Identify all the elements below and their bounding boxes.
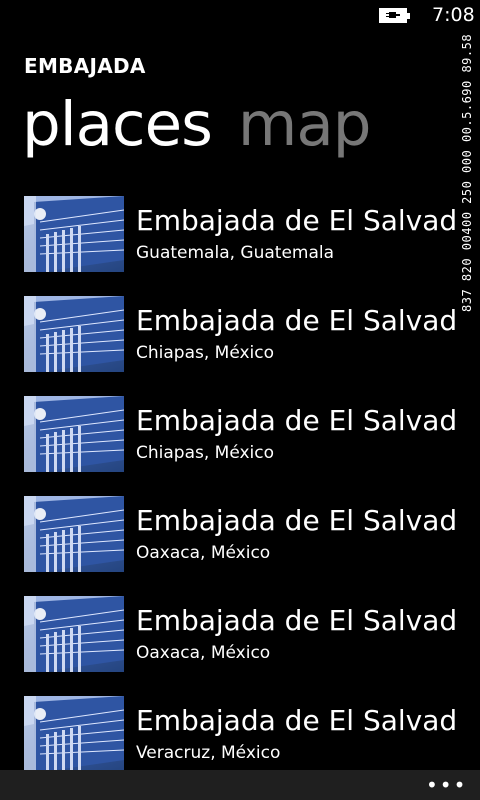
- status-time: 7:08: [432, 4, 475, 26]
- place-title: Embajada de El Salvador: [136, 604, 456, 637]
- embassy-thumbnail: [24, 196, 124, 272]
- more-options-button[interactable]: •••: [426, 772, 466, 798]
- place-title: Embajada de El Salvador: [136, 204, 456, 237]
- place-location: Oaxaca, México: [136, 543, 271, 563]
- place-title: Embajada de El Salvador: [136, 304, 456, 337]
- embassy-thumbnail: [24, 296, 124, 372]
- embassy-thumbnail: [24, 396, 124, 472]
- app-title: EMBAJADA: [24, 54, 146, 78]
- place-location: Chiapas, México: [136, 443, 275, 463]
- app-bar: •••: [0, 770, 480, 800]
- place-title: Embajada de El Salvador: [136, 404, 456, 437]
- list-item[interactable]: Embajada de El Salvador Oaxaca, México: [24, 496, 480, 572]
- list-item[interactable]: Embajada de El Salvador Veracruz, México: [24, 696, 480, 772]
- place-title: Embajada de El Salvador: [136, 704, 456, 737]
- charging-plug-icon: [386, 12, 400, 18]
- place-location: Oaxaca, México: [136, 643, 271, 663]
- list-item[interactable]: Embajada de El Salvador Chiapas, México: [24, 396, 480, 472]
- list-item[interactable]: Embajada de El Salvador Oaxaca, México: [24, 596, 480, 672]
- place-location: Veracruz, México: [136, 743, 281, 763]
- embassy-thumbnail: [24, 496, 124, 572]
- pivot-header: places map: [22, 94, 372, 155]
- list-item[interactable]: Embajada de El Salvador Guatemala, Guate…: [24, 196, 480, 272]
- place-location: Chiapas, México: [136, 343, 275, 363]
- pivot-tab-map[interactable]: map: [238, 94, 372, 155]
- embassy-thumbnail: [24, 696, 124, 772]
- place-title: Embajada de El Salvador: [136, 504, 456, 537]
- pivot-tab-places[interactable]: places: [22, 94, 213, 155]
- place-location: Guatemala, Guatemala: [136, 243, 335, 263]
- list-item[interactable]: Embajada de El Salvador Chiapas, México: [24, 296, 480, 372]
- status-bar: 7:08: [0, 0, 480, 32]
- embassy-thumbnail: [24, 596, 124, 672]
